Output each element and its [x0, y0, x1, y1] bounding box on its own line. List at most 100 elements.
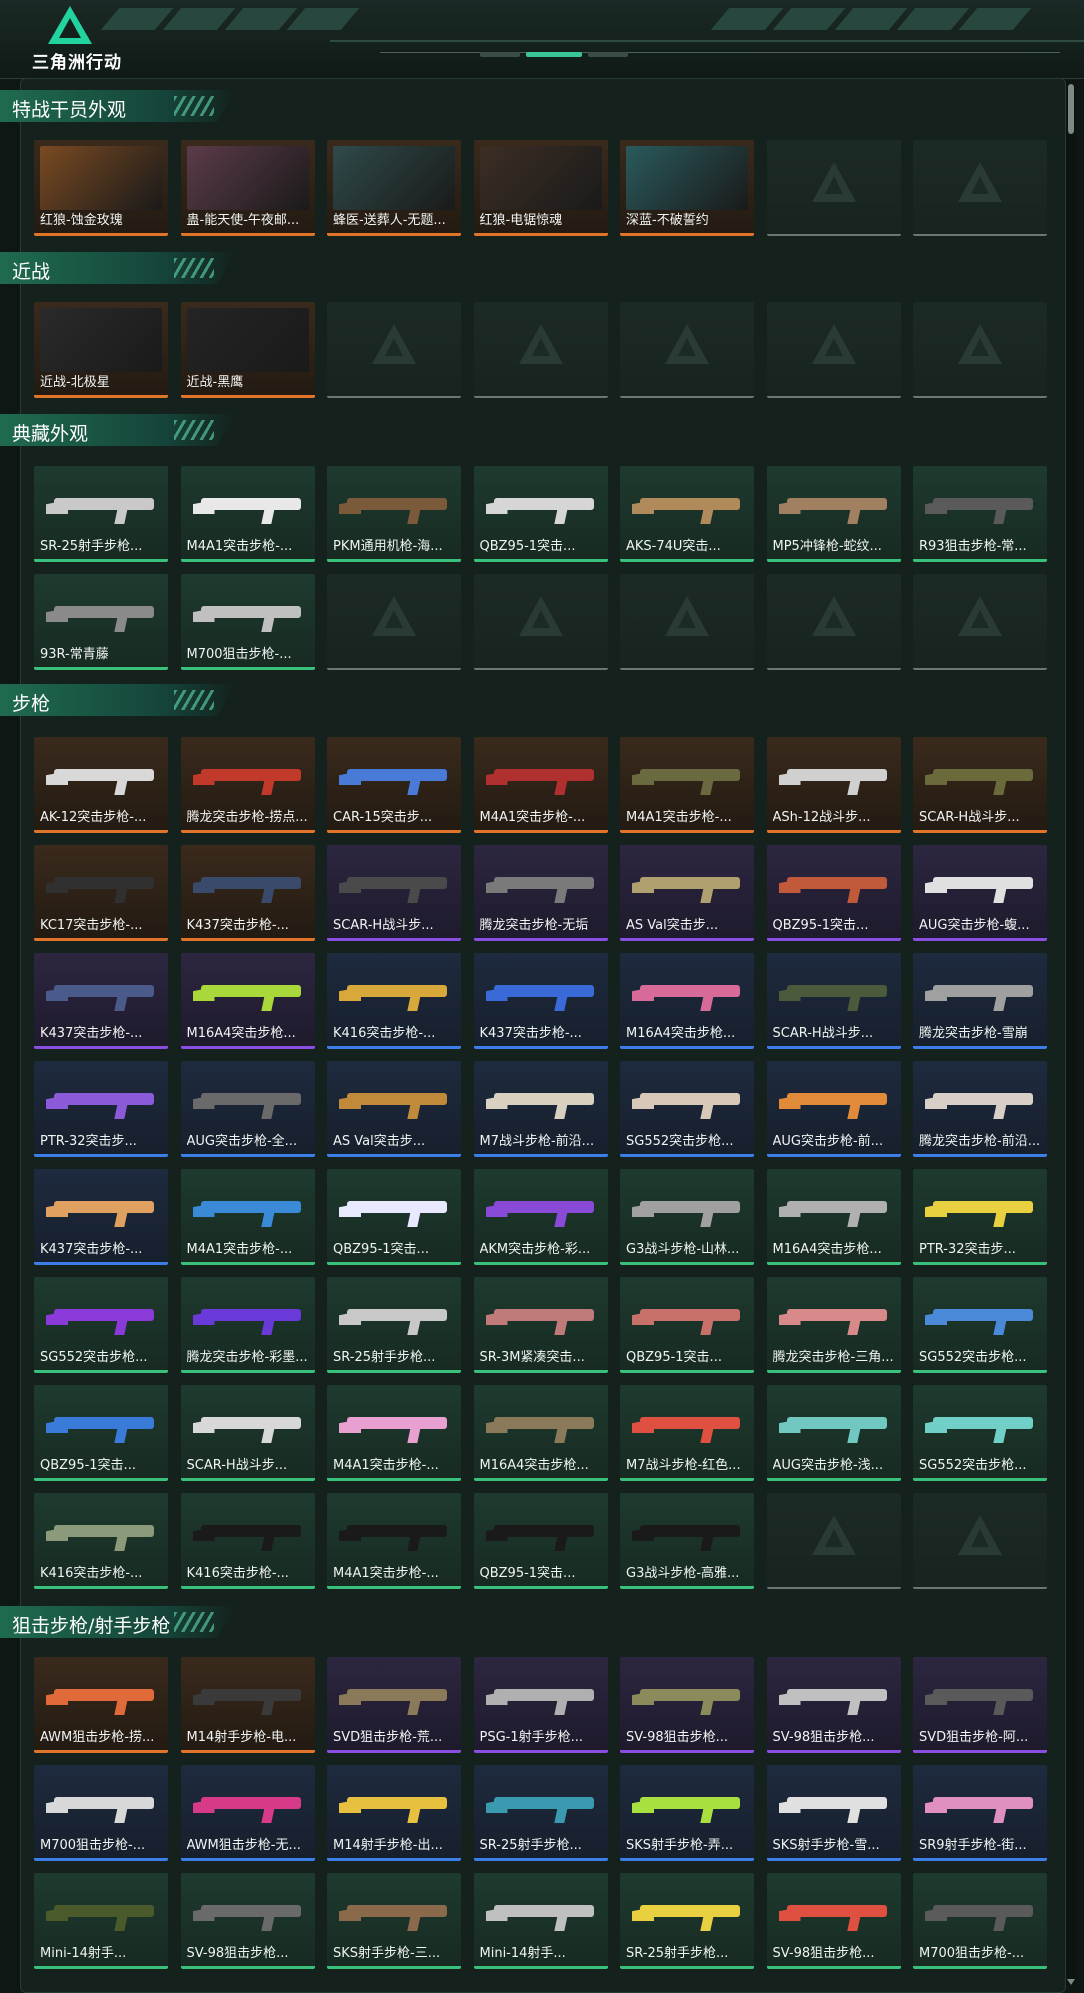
skin-card[interactable]: M14射手步枪-电... [180, 1657, 315, 1753]
skin-card[interactable]: SKS射手步枪-三... [327, 1873, 461, 1969]
skin-card[interactable]: M7战斗步枪-前沿... [473, 1061, 608, 1157]
skin-card[interactable]: MP5冲锋枪-蛇纹... [766, 466, 901, 562]
skin-card[interactable]: SV-98狙击步枪... [620, 1657, 754, 1753]
skin-card[interactable]: Mini-14射手... [473, 1873, 608, 1969]
skin-card[interactable]: KC17突击步枪-... [34, 845, 168, 941]
skin-card[interactable]: M16A4突击步枪... [180, 953, 315, 1049]
skin-card[interactable]: Mini-14射手... [34, 1873, 168, 1969]
skin-card[interactable]: PTR-32突击步... [34, 1061, 168, 1157]
skin-card[interactable]: PKM通用机枪-海... [327, 466, 461, 562]
skin-card[interactable]: PTR-32突击步... [913, 1169, 1047, 1265]
skin-card[interactable]: SKS射手步枪-雪... [766, 1765, 901, 1861]
skin-card[interactable]: AKS-74U突击... [620, 466, 754, 562]
skin-card[interactable]: AKM突击步枪-彩... [473, 1169, 608, 1265]
skin-card[interactable]: 蜂医-送葬人-无题... [327, 140, 461, 236]
scroll-down-arrow-icon[interactable] [1067, 1979, 1075, 1985]
scrollbar[interactable] [1066, 80, 1076, 1985]
skin-card[interactable]: SG552突击步枪... [620, 1061, 754, 1157]
skin-card[interactable]: AUG突击步枪-浅... [766, 1385, 901, 1481]
skin-card[interactable]: R93狙击步枪-常... [913, 466, 1047, 562]
skin-card[interactable]: SR-25射手步枪... [34, 466, 168, 562]
skin-card[interactable]: PSG-1射手步枪... [473, 1657, 608, 1753]
skin-card[interactable]: K437突击步枪-... [34, 953, 168, 1049]
skin-card[interactable]: 红狼-蚀金玫瑰 [34, 140, 168, 236]
skin-card[interactable]: 93R-常青藤 [34, 574, 168, 670]
skin-card[interactable]: 腾龙突击步枪-彩墨... [180, 1277, 315, 1373]
skin-card[interactable]: 近战-黑鹰 [180, 302, 315, 398]
skin-card[interactable]: M4A1突击步枪-... [620, 737, 754, 833]
skin-card[interactable]: AWM狙击步枪-捞... [34, 1657, 168, 1753]
skin-card[interactable]: SV-98狙击步枪... [766, 1657, 901, 1753]
skin-card[interactable]: M700狙击步枪-... [34, 1765, 168, 1861]
skin-card[interactable]: K416突击步枪-... [180, 1493, 315, 1589]
skin-card[interactable]: K437突击步枪-... [473, 953, 608, 1049]
skin-card[interactable]: M4A1突击步枪-... [180, 1169, 315, 1265]
skin-card[interactable]: M4A1突击步枪-... [327, 1385, 461, 1481]
skin-card[interactable]: M16A4突击步枪... [473, 1385, 608, 1481]
skin-card[interactable]: M700狙击步枪-... [180, 574, 315, 670]
skin-card[interactable]: K437突击步枪-... [180, 845, 315, 941]
skin-card[interactable]: 近战-北极星 [34, 302, 168, 398]
skin-card[interactable]: ASh-12战斗步... [766, 737, 901, 833]
skin-card[interactable]: AUG突击步枪-前... [766, 1061, 901, 1157]
skin-card[interactable]: 腾龙突击步枪-前沿... [913, 1061, 1047, 1157]
skin-card[interactable]: 腾龙突击步枪-捞点... [180, 737, 315, 833]
skin-card[interactable]: G3战斗步枪-山林... [620, 1169, 754, 1265]
skin-card[interactable]: SR-25射手步枪... [473, 1765, 608, 1861]
skin-card[interactable]: AS Val突击步... [327, 1061, 461, 1157]
scrollbar-thumb[interactable] [1068, 84, 1074, 134]
skin-card[interactable]: AS Val突击步... [620, 845, 754, 941]
skin-card[interactable]: M14射手步枪-出... [327, 1765, 461, 1861]
skin-card[interactable]: 腾龙突击步枪-无垢 [473, 845, 608, 941]
skin-card[interactable]: QBZ95-1突击... [620, 1277, 754, 1373]
skin-card[interactable]: SR-25射手步枪... [327, 1277, 461, 1373]
skin-card[interactable]: SCAR-H战斗步... [327, 845, 461, 941]
skin-card[interactable]: SV-98狙击步枪... [766, 1873, 901, 1969]
skin-card[interactable]: 腾龙突击步枪-雪崩 [913, 953, 1047, 1049]
skin-card[interactable]: K416突击步枪-... [327, 953, 461, 1049]
skin-card[interactable]: 蛊-能天使-午夜邮... [180, 140, 315, 236]
skin-card[interactable]: AWM狙击步枪-无... [180, 1765, 315, 1861]
skin-card[interactable]: SCAR-H战斗步... [766, 953, 901, 1049]
skin-card[interactable]: M16A4突击步枪... [620, 953, 754, 1049]
melee-grid: 近战-北极星 近战-黑鹰 [34, 302, 1047, 398]
skin-card[interactable]: QBZ95-1突击... [473, 466, 608, 562]
skin-card[interactable]: 深蓝-不破誓约 [620, 140, 754, 236]
skin-card[interactable]: K437突击步枪-... [34, 1169, 168, 1265]
skin-card[interactable]: 红狼-电锯惊魂 [473, 140, 608, 236]
skin-card[interactable]: SCAR-H战斗步... [913, 737, 1047, 833]
skin-card[interactable]: SVD狙击步枪-阿... [913, 1657, 1047, 1753]
skin-card[interactable]: SKS射手步枪-弄... [620, 1765, 754, 1861]
page-dot[interactable] [480, 52, 520, 57]
skin-card[interactable]: QBZ95-1突击... [34, 1385, 168, 1481]
skin-card[interactable]: M4A1突击步枪-... [473, 737, 608, 833]
skin-card[interactable]: SV-98狙击步枪... [180, 1873, 315, 1969]
skin-card[interactable]: SCAR-H战斗步... [180, 1385, 315, 1481]
skin-name: M16A4突击步枪... [772, 1242, 882, 1257]
skin-card[interactable]: QBZ95-1突击... [327, 1169, 461, 1265]
skin-card[interactable]: SR-3M紧凑突击... [473, 1277, 608, 1373]
skin-card[interactable]: 腾龙突击步枪-三角... [766, 1277, 901, 1373]
skin-card[interactable]: QBZ95-1突击... [473, 1493, 608, 1589]
skin-card[interactable]: AK-12突击步枪-... [34, 737, 168, 833]
skin-card[interactable]: M4A1突击步枪-... [180, 466, 315, 562]
skin-card[interactable]: SVD狙击步枪-荒... [327, 1657, 461, 1753]
skin-card[interactable]: CAR-15突击步... [327, 737, 461, 833]
skin-card[interactable]: M4A1突击步枪-... [327, 1493, 461, 1589]
skin-card[interactable]: M7战斗步枪-红色... [620, 1385, 754, 1481]
page-dot-active[interactable] [526, 52, 582, 57]
weapon-icon [786, 1417, 887, 1429]
skin-card[interactable]: G3战斗步枪-高雅... [620, 1493, 754, 1589]
skin-card[interactable]: SG552突击步枪... [913, 1277, 1047, 1373]
page-dot[interactable] [588, 52, 628, 57]
skin-card[interactable]: K416突击步枪-... [34, 1493, 168, 1589]
skin-card[interactable]: M16A4突击步枪... [766, 1169, 901, 1265]
skin-card[interactable]: AUG突击步枪-蝮... [913, 845, 1047, 941]
skin-card[interactable]: SR9射手步枪-街... [913, 1765, 1047, 1861]
skin-card[interactable]: AUG突击步枪-全... [180, 1061, 315, 1157]
skin-card[interactable]: SG552突击步枪... [913, 1385, 1047, 1481]
skin-card[interactable]: QBZ95-1突击... [766, 845, 901, 941]
skin-card[interactable]: M700狙击步枪-... [913, 1873, 1047, 1969]
skin-card[interactable]: SG552突击步枪... [34, 1277, 168, 1373]
skin-card[interactable]: SR-25射手步枪... [620, 1873, 754, 1969]
